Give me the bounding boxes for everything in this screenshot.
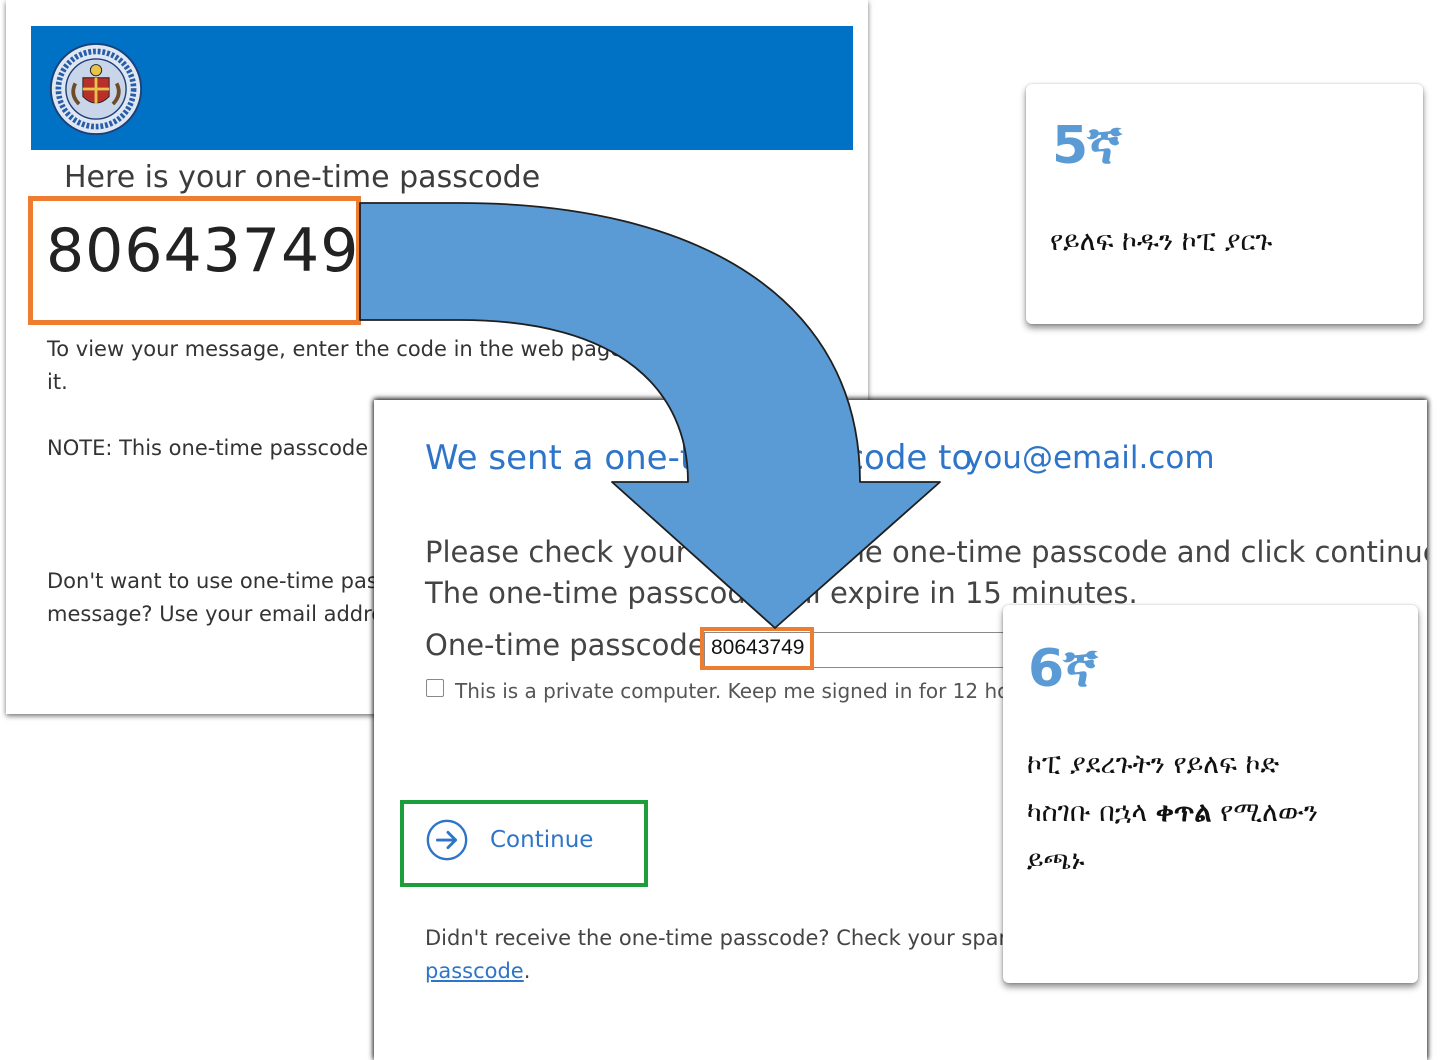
- step-6-card: 6ኛ ኮፒ ያደረጉትን የይለፍ ኮድ ካስገቡ በኋላ ቀጥል የሚለውን …: [1003, 605, 1418, 983]
- passcode-input-highlight: [700, 627, 814, 670]
- continue-label: Continue: [490, 827, 594, 853]
- passcode-instructions: Please check your email for the one-time…: [425, 535, 1427, 610]
- step-5-text: የይለፍ ኮዱን ኮፒ ያርጉ: [1050, 226, 1273, 257]
- arrow-right-circle-icon: [426, 819, 468, 861]
- email-heading: Here is your one-time passcode: [64, 160, 541, 195]
- passcode-display: 80643749: [46, 216, 360, 286]
- step-5-card: 5ኛ የይለፍ ኮዱን ኮፒ ያርጉ: [1026, 84, 1423, 324]
- step-5-number: 5ኛ: [1052, 116, 1122, 176]
- keep-signed-in-checkbox[interactable]: [426, 679, 444, 697]
- email-alternative-text: Don't want to use one-time pas message? …: [47, 569, 396, 626]
- email-header-banner: [31, 26, 853, 150]
- step-6-text: ኮፒ ያደረጉትን የይለፍ ኮድ ካስገቡ በኋላ ቀጥል የሚለውን ይጫኑ: [1027, 749, 1319, 876]
- email-view-instructions: To view your message, enter the code in …: [47, 337, 695, 394]
- continue-button[interactable]: Continue: [424, 815, 593, 865]
- email-note: NOTE: This one-time passcode e: [47, 436, 388, 460]
- keep-signed-in-label: This is a private computer. Keep me sign…: [455, 679, 1048, 703]
- government-seal-icon: [49, 42, 143, 136]
- step-6-number: 6ኛ: [1028, 639, 1098, 699]
- passcode-label: One-time passcode: [425, 628, 706, 662]
- recipient-email: you@email.com: [965, 440, 1215, 476]
- sent-passcode-heading: We sent a one-time passcode to: [425, 438, 973, 478]
- resend-passcode-link[interactable]: passcode: [425, 959, 524, 983]
